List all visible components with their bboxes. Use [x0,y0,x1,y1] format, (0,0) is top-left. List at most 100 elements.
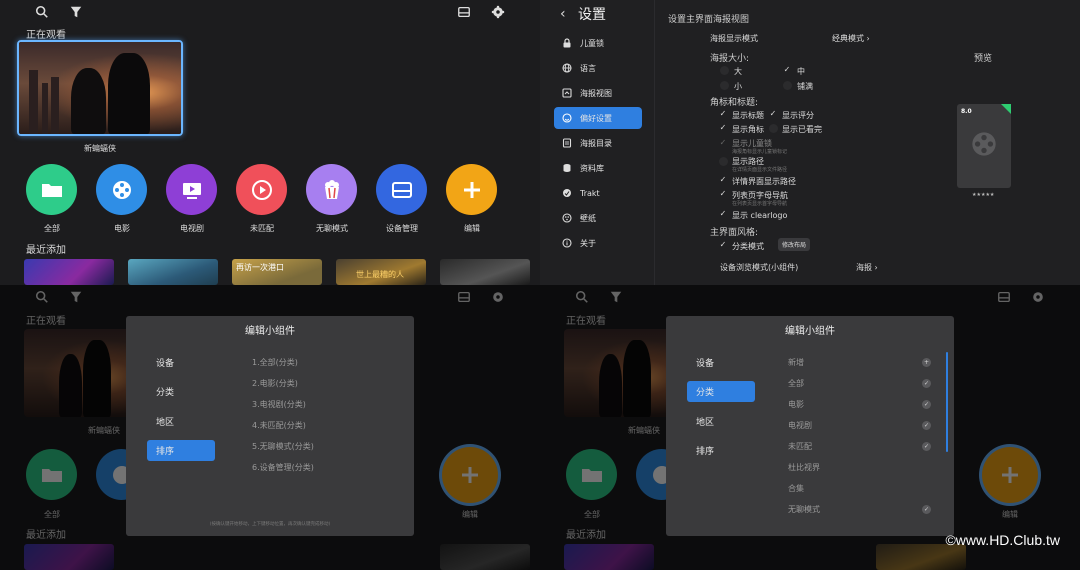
main-style-label: 主界面风格: [710,228,759,238]
recent-thumb[interactable] [128,259,218,285]
edit-widget-dialog: 编辑小组件 设备 分类 地区 排序 新增 + 全部 ✓ 电影 ✓ 电视剧 ✓ 未… [666,316,954,536]
dialog-tab-region[interactable]: 地区 [147,411,215,432]
radio-fill[interactable] [783,81,792,90]
poster-image [19,42,181,134]
settings-nav-poster-catalog[interactable]: 海报目录 [554,132,642,154]
settings-divider [654,0,655,285]
category-item[interactable]: 杜比视界 [788,462,820,473]
check-icon[interactable]: ✓ [783,66,791,74]
sort-item[interactable]: 3.电视剧(分类) [252,399,306,410]
folder-icon [41,183,62,197]
recent-thumb[interactable] [440,259,530,285]
now-watching-title: 正在观看 [26,30,66,41]
settings-nav-trakt[interactable]: Trakt [554,182,642,204]
sort-item[interactable]: 4.未匹配(分类) [252,420,306,431]
dialog-tab-category[interactable]: 分类 [687,381,755,402]
app-label: 未匹配 [250,224,274,233]
settings-nav-kids-lock[interactable]: 儿童锁 [554,32,642,54]
device-browse-value[interactable]: 海报 › [856,262,878,273]
dialog-tab-category[interactable]: 分类 [147,381,215,402]
dialog-title: 编辑小组件 [245,326,295,337]
settings-title: 设置 [578,7,606,23]
recent-thumb[interactable]: 再访一次港口 [232,259,322,285]
category-item[interactable]: 电影 [788,399,804,410]
sort-item[interactable]: 1.全部(分类) [252,357,298,368]
category-item[interactable]: 全部 [788,378,804,389]
app-label: 设备管理 [386,224,418,233]
nav-label: 儿童锁 [580,38,604,48]
radio-show-watched[interactable] [769,124,778,133]
settings-nav-language[interactable]: 语言 [554,57,642,79]
check-icon[interactable]: ✓ [719,110,727,118]
settings-screen: ‹ 设置 儿童锁 语言 海报视图 偏好设置 海报目录 资料库 Trakt 壁纸 … [540,0,1080,285]
settings-nav-wallpaper[interactable]: 壁纸 [554,207,642,229]
app-device-manager[interactable] [376,164,427,215]
plus-icon [463,181,480,198]
now-watching-poster[interactable] [17,40,183,136]
dialog-title: 编辑小组件 [785,326,835,337]
check-icon[interactable]: ✓ [719,190,727,198]
recent-thumb[interactable]: 世上最糟的人 [336,259,426,285]
check-icon[interactable]: ✓ [922,379,931,388]
category-item[interactable]: 无聊模式 [788,504,820,515]
recent-thumb[interactable] [24,259,114,285]
dialog-tab-sort[interactable]: 排序 [147,440,215,461]
check-icon[interactable]: ✓ [719,241,727,249]
dialog-scrollbar[interactable] [946,352,948,452]
play-circle-icon [251,179,272,200]
app-movies[interactable] [96,164,147,215]
category-item[interactable]: 电视剧 [788,420,812,431]
sort-item[interactable]: 2.电影(分类) [252,378,298,389]
dialog-footnote: (按确认键开始移动，上下键移动位置，再次确认键完成移动) [209,522,331,527]
search-icon[interactable] [34,4,50,20]
film-reel-icon [112,180,131,199]
app-tv[interactable] [166,164,217,215]
thumb-text: 世上最糟的人 [356,270,404,279]
settings-nav-library[interactable]: 资料库 [554,157,642,179]
edit-widget-category-screen: 正在观看 新蝙蝠侠 全部 编辑 最近添加 编辑小组件 设备 分类 地区 排序 新… [540,285,1080,570]
app-bored-mode[interactable] [306,164,357,215]
add-icon[interactable]: + [922,358,931,367]
nav-label: 偏好设置 [580,113,612,123]
radio-show-path[interactable] [719,157,728,166]
display-mode-value[interactable]: 经典模式 › [832,33,870,44]
drive-icon[interactable] [456,4,472,20]
category-item[interactable]: 合集 [788,483,804,494]
settings-nav-preferences[interactable]: 偏好设置 [554,107,642,129]
filter-icon[interactable] [68,4,84,20]
check-icon[interactable]: ✓ [719,210,727,218]
app-edit[interactable] [446,164,497,215]
nav-label: 海报目录 [580,138,612,148]
check-icon[interactable]: ✓ [769,110,777,118]
settings-nav-about[interactable]: 关于 [554,232,642,254]
gear-icon[interactable] [490,4,506,20]
check-icon[interactable]: ✓ [719,176,727,184]
home-top-bar [0,0,540,24]
check-icon[interactable]: ✓ [922,421,931,430]
sort-item[interactable]: 5.无聊模式(分类) [252,441,314,452]
dialog-tab-region[interactable]: 地区 [687,411,755,432]
edit-layout-button[interactable]: 修改布局 [778,238,811,251]
edit-widget-dialog: 编辑小组件 设备 分类 地区 排序 1.全部(分类) 2.电影(分类) 3.电视… [126,316,414,536]
chevron-left-icon[interactable]: ‹ [560,6,566,22]
app-all[interactable] [26,164,77,215]
recently-added-title: 最近添加 [26,245,66,256]
settings-nav-poster-view[interactable]: 海报视图 [554,82,642,104]
sort-item[interactable]: 6.设备管理(分类) [252,462,314,473]
dialog-tab-device[interactable]: 设备 [687,352,755,373]
radio-large[interactable] [720,66,729,75]
radio-small[interactable] [720,81,729,90]
check-icon[interactable]: ✓ [719,124,727,132]
check-icon[interactable]: ✓ [922,400,931,409]
app-unmatched[interactable] [236,164,287,215]
category-item[interactable]: 新增 [788,357,804,368]
dialog-tab-device[interactable]: 设备 [147,352,215,373]
check-icon[interactable]: ✓ [922,505,931,514]
watermark: ©www.HD.Club.tw [945,532,1060,548]
app-label: 全部 [44,224,60,233]
path-hint: 在详情页面显示文件路径 [732,167,788,173]
check-icon[interactable]: ✓ [922,442,931,451]
category-item[interactable]: 未匹配 [788,441,812,452]
database-icon [562,163,572,173]
dialog-tab-sort[interactable]: 排序 [687,440,755,461]
